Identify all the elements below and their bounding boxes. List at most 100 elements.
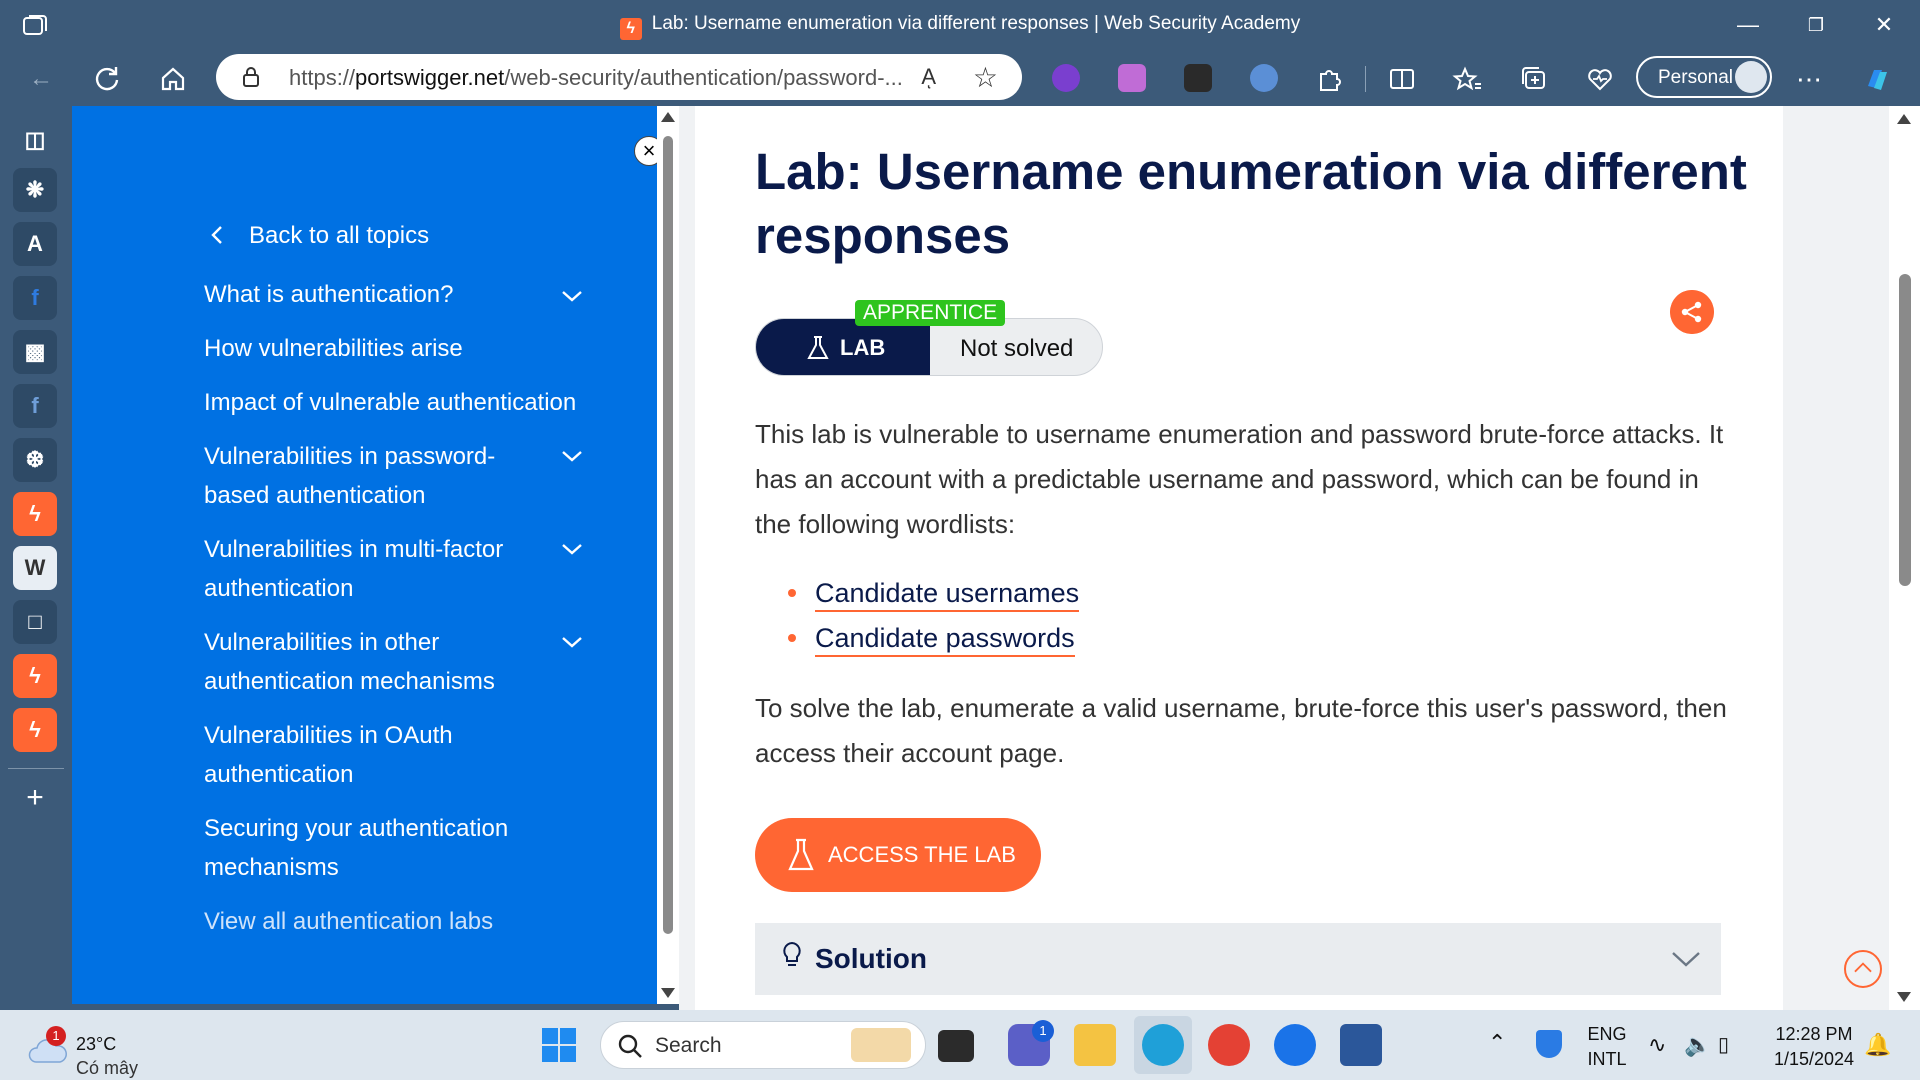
lab-intro: This lab is vulnerable to username enume… bbox=[755, 419, 1724, 539]
app-icon[interactable]: ❆ bbox=[13, 438, 57, 482]
back-arrow-icon[interactable]: ← bbox=[24, 62, 58, 96]
notification-bell-icon[interactable]: 🔔 bbox=[1864, 1032, 1891, 1058]
task-view-icon[interactable] bbox=[938, 1030, 974, 1062]
extensions-puzzle-icon[interactable] bbox=[1312, 62, 1346, 96]
lock-icon[interactable] bbox=[242, 67, 260, 87]
scrollbar-thumb[interactable] bbox=[663, 136, 673, 934]
taskbar: 1 23°C Có mây Search 1 ⌃ ENG INTL ∿ 🔈 ▯ … bbox=[0, 1010, 1920, 1080]
taskbar-search[interactable]: Search bbox=[600, 1021, 926, 1069]
volume-icon[interactable]: 🔈 bbox=[1684, 1032, 1711, 1058]
browser-essentials-icon[interactable] bbox=[1583, 62, 1617, 96]
candidate-usernames-link[interactable]: Candidate usernames bbox=[815, 576, 1080, 612]
chatgpt-app-icon[interactable]: ❋ bbox=[13, 168, 57, 212]
edge-browser-icon[interactable] bbox=[1142, 1024, 1184, 1066]
page-title: Lab: Username enumeration via different … bbox=[755, 143, 1747, 264]
restore-button[interactable]: ❐ bbox=[1786, 10, 1846, 40]
flask-icon bbox=[807, 336, 829, 359]
scroll-down-arrow-icon[interactable] bbox=[1897, 992, 1911, 1002]
search-highlight-icon bbox=[851, 1028, 911, 1062]
read-aloud-icon[interactable]: Aͅ bbox=[921, 64, 936, 90]
nav-item-password-based[interactable]: Vulnerabilities in password-based authen… bbox=[204, 437, 524, 515]
candidate-passwords-link[interactable]: Candidate passwords bbox=[815, 621, 1075, 657]
profile-button[interactable]: Personal bbox=[1636, 56, 1772, 98]
portswigger-app-icon[interactable]: ϟ bbox=[13, 492, 57, 536]
word-icon[interactable] bbox=[1340, 1024, 1382, 1066]
chevron-down-icon[interactable] bbox=[1671, 949, 1701, 969]
add-app-icon[interactable]: + bbox=[13, 776, 57, 820]
refresh-icon[interactable] bbox=[90, 62, 124, 96]
nav-item-oauth[interactable]: Vulnerabilities in OAuth authentication bbox=[204, 716, 524, 794]
access-lab-button[interactable]: ACCESS THE LAB bbox=[755, 818, 1041, 892]
wifi-icon[interactable]: ∿ bbox=[1648, 1032, 1666, 1058]
split-screen-icon[interactable] bbox=[1385, 62, 1419, 96]
scroll-to-top-icon[interactable] bbox=[1844, 950, 1882, 988]
extension-icon[interactable] bbox=[1250, 64, 1278, 92]
solution-accordion[interactable]: Solution bbox=[755, 923, 1721, 995]
facebook-app-icon[interactable]: f bbox=[13, 384, 57, 428]
nav-item-impact[interactable]: Impact of vulnerable authentication bbox=[204, 383, 584, 422]
language-indicator[interactable]: ENG INTL bbox=[1584, 1024, 1630, 1070]
window-title: ϟ Lab: Username enumeration via different… bbox=[0, 13, 1920, 40]
portswigger-app-icon[interactable]: ϟ bbox=[13, 654, 57, 698]
url-text[interactable]: https://portswigger.net/web-security/aut… bbox=[289, 65, 909, 91]
anthropic-app-icon[interactable]: A bbox=[13, 222, 57, 266]
scrollbar-thumb[interactable] bbox=[1899, 274, 1911, 586]
app-icon[interactable]: ▩ bbox=[13, 330, 57, 374]
clock[interactable]: 12:28 PM 1/15/2024 bbox=[1766, 1024, 1862, 1070]
browser-toolbar: ← https://portswigger.net/web-security/a… bbox=[0, 50, 1920, 106]
solution-label: Solution bbox=[815, 943, 927, 974]
zalo-icon[interactable] bbox=[1274, 1024, 1316, 1066]
share-icon[interactable] bbox=[1670, 290, 1714, 334]
chevron-down-icon[interactable] bbox=[560, 632, 584, 652]
home-icon[interactable] bbox=[156, 62, 190, 96]
page-scrollbar[interactable] bbox=[1889, 106, 1920, 1010]
chevron-down-icon[interactable] bbox=[560, 446, 584, 466]
scroll-up-arrow-icon[interactable] bbox=[1897, 114, 1911, 124]
toolbar-divider bbox=[1365, 66, 1366, 92]
collections-icon[interactable] bbox=[1517, 62, 1551, 96]
extension-icon[interactable] bbox=[1052, 64, 1080, 92]
lightbulb-icon bbox=[783, 941, 801, 966]
nav-scrollbar[interactable] bbox=[657, 106, 679, 1004]
nav-item-how-vulnerabilities-arise[interactable]: How vulnerabilities arise bbox=[204, 329, 584, 368]
chevron-down-icon[interactable] bbox=[560, 286, 584, 306]
portswigger-favicon-icon: ϟ bbox=[619, 18, 642, 40]
minimize-button[interactable]: — bbox=[1718, 10, 1778, 40]
sidebar-toggle-icon[interactable]: ◫ bbox=[13, 118, 57, 162]
close-window-button[interactable]: ✕ bbox=[1854, 10, 1914, 40]
nav-item-securing[interactable]: Securing your authentication mechanisms bbox=[204, 809, 544, 887]
teams-badge: 1 bbox=[1032, 1020, 1054, 1042]
lab-status: Not solved bbox=[960, 335, 1074, 362]
weather-temp: 23°C bbox=[76, 1034, 117, 1054]
file-explorer-icon[interactable] bbox=[1074, 1024, 1116, 1066]
browser-sidebar: ◫ ❋ A f ▩ f ❆ ϟ W □ ϟ ϟ + bbox=[0, 106, 72, 1010]
extension-icon[interactable] bbox=[1184, 64, 1212, 92]
nav-item-what-is-authentication[interactable]: What is authentication? bbox=[204, 275, 584, 314]
battery-icon[interactable]: ▯ bbox=[1718, 1032, 1729, 1057]
search-icon bbox=[618, 1034, 642, 1058]
lab-goal: To solve the lab, enumerate a valid user… bbox=[755, 693, 1727, 768]
security-shield-icon[interactable] bbox=[1536, 1030, 1562, 1058]
facebook-app-icon[interactable]: f bbox=[13, 276, 57, 320]
chrome-icon[interactable] bbox=[1208, 1024, 1250, 1066]
document-app-icon[interactable]: □ bbox=[13, 600, 57, 644]
show-hidden-icons-icon[interactable]: ⌃ bbox=[1488, 1030, 1506, 1056]
chevron-down-icon[interactable] bbox=[560, 539, 584, 559]
favorites-icon[interactable] bbox=[1451, 62, 1485, 96]
scroll-up-arrow-icon[interactable] bbox=[661, 112, 675, 122]
more-options-icon[interactable]: ⋯ bbox=[1792, 62, 1826, 96]
nav-item-other-mechanisms[interactable]: Vulnerabilities in other authentication … bbox=[204, 623, 524, 701]
address-bar[interactable]: https://portswigger.net/web-security/aut… bbox=[216, 54, 1022, 100]
nav-item-multi-factor[interactable]: Vulnerabilities in multi-factor authenti… bbox=[204, 530, 524, 608]
lab-status-widget: LAB Not solved bbox=[755, 318, 1103, 376]
copilot-icon[interactable] bbox=[1860, 62, 1894, 96]
scroll-down-arrow-icon[interactable] bbox=[661, 988, 675, 998]
avatar bbox=[1735, 61, 1767, 93]
nav-item-view-all-labs[interactable]: View all authentication labs bbox=[204, 902, 584, 941]
level-badge: APPRENTICE bbox=[855, 300, 1006, 326]
portswigger-app-icon[interactable]: ϟ bbox=[13, 708, 57, 752]
windows-start-icon[interactable] bbox=[538, 1024, 580, 1066]
wikipedia-app-icon[interactable]: W bbox=[13, 546, 57, 590]
favorite-star-icon[interactable]: ☆ bbox=[973, 61, 998, 94]
extension-icon[interactable] bbox=[1118, 64, 1146, 92]
